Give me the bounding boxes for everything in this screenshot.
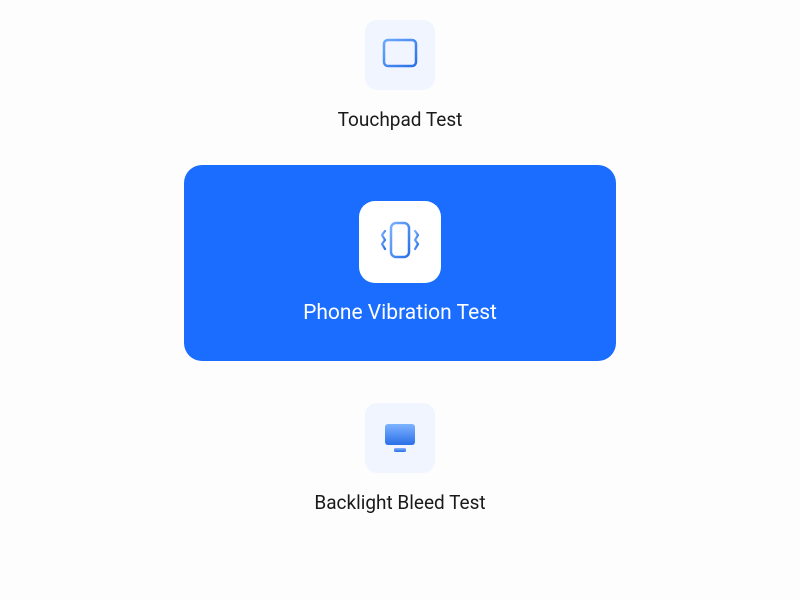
test-label: Backlight Bleed Test (314, 491, 485, 514)
test-label: Touchpad Test (338, 108, 463, 131)
monitor-icon (379, 415, 421, 461)
test-item-backlight-bleed[interactable]: Backlight Bleed Test (314, 403, 485, 514)
icon-tile (365, 20, 435, 90)
test-item-touchpad[interactable]: Touchpad Test (338, 20, 463, 131)
test-label: Phone Vibration Test (303, 301, 497, 325)
test-item-phone-vibration[interactable]: Phone Vibration Test (184, 165, 616, 361)
vibration-icon (373, 213, 427, 271)
icon-tile (365, 403, 435, 473)
touchpad-icon (379, 32, 421, 78)
icon-tile (359, 201, 441, 283)
